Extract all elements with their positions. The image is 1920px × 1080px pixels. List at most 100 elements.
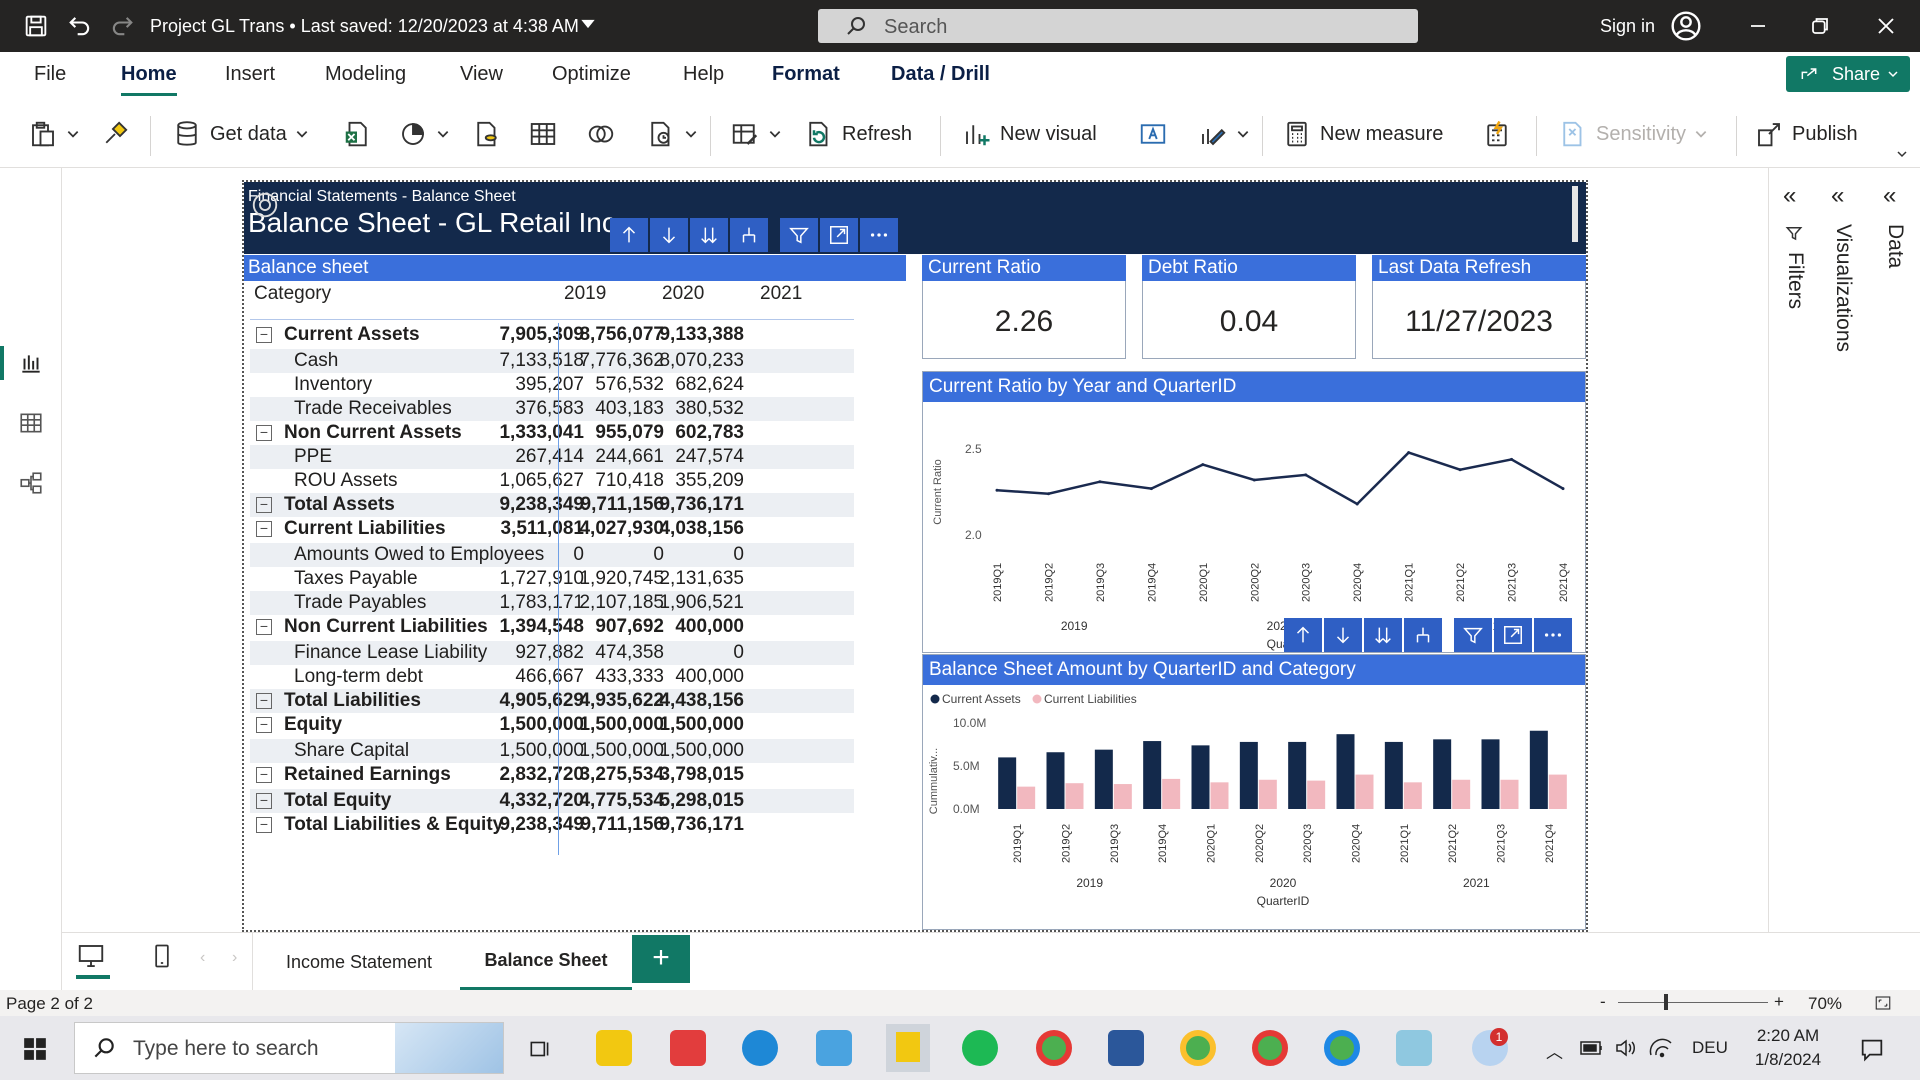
sign-in-link[interactable]: Sign in [1600,16,1655,37]
balance-sheet-bar-chart[interactable]: Balance Sheet Amount by QuarterID and Ca… [922,654,1586,930]
matrix-row[interactable]: − Current Assets 7,905,309 8,756,077 9,133,3… [250,323,854,347]
menu-help[interactable]: Help [683,63,724,86]
collapse-toggle-icon[interactable]: − [256,817,272,833]
sql-server-button[interactable] [472,116,502,152]
publish-button[interactable]: Publish [1754,116,1858,152]
tab-income-statement[interactable]: Income Statement [254,933,464,991]
format-painter-button[interactable] [100,116,130,152]
restore-icon[interactable] [1806,12,1834,40]
recent-sources-button[interactable] [646,116,698,152]
matrix-row[interactable]: − Total Equity 4,332,720 4,775,534 5,298,015 [250,789,854,813]
debt-ratio-card[interactable]: Debt Ratio 0.04 [1142,255,1356,359]
tray-chevron-icon[interactable]: ︿ [1546,1038,1563,1063]
more-options-button[interactable] [860,218,898,252]
drill-down-button[interactable] [1324,618,1362,652]
power-bi-icon[interactable] [886,1024,930,1072]
clock[interactable]: 2:20 AM 1/8/2024 [1752,1024,1824,1072]
save-icon[interactable] [22,12,50,40]
balance-sheet-matrix[interactable]: Balance sheet Category 2019 2020 2021 − C… [244,255,906,930]
matrix-row[interactable]: Finance Lease Liability 927,882 474,358 0 [250,641,854,665]
user-avatar-icon[interactable] [1670,10,1702,42]
prev-page-icon[interactable]: ‹ [200,949,205,967]
new-measure-button[interactable]: New measure [1282,116,1443,152]
spotify-icon[interactable] [962,1030,998,1066]
next-level-button[interactable] [1364,618,1402,652]
expand-level-button[interactable] [730,218,768,252]
collapse-toggle-icon[interactable]: − [256,327,272,343]
collapse-toggle-icon[interactable]: − [256,693,272,709]
notifications-icon[interactable] [1858,1036,1886,1064]
filters-pane[interactable]: « Filters [1771,168,1817,932]
report-view-button[interactable] [0,338,62,388]
minimize-icon[interactable] [1744,12,1772,40]
paste-button[interactable] [28,116,80,152]
gift-app-icon[interactable] [670,1030,706,1066]
dataverse-button[interactable] [586,116,616,152]
next-level-button[interactable] [690,218,728,252]
matrix-row[interactable]: Long-term debt 466,667 433,333 400,000 [250,665,854,689]
collapse-ribbon-icon[interactable] [1894,148,1910,160]
notepad-app-icon[interactable] [1396,1030,1432,1066]
header-scrollbar[interactable] [1572,186,1578,242]
matrix-row[interactable]: Amounts Owed to Employees 0 0 0 [250,543,854,567]
data-pane[interactable]: « Data [1871,168,1917,932]
excel-button[interactable] [342,116,372,152]
collapse-toggle-icon[interactable]: − [256,767,272,783]
get-data-button[interactable]: Get data [172,116,309,152]
matrix-row[interactable]: − Non Current Assets 1,333,041 955,079 602,7… [250,421,854,445]
matrix-row[interactable]: − Total Assets 9,238,349 9,711,156 9,736,171 [250,493,854,517]
chevron-down-icon[interactable] [578,14,598,34]
menu-insert[interactable]: Insert [225,63,275,86]
expand-level-button[interactable] [1404,618,1442,652]
column-header-2019[interactable]: 2019 [564,283,606,305]
menu-optimize[interactable]: Optimize [552,63,631,86]
zoom-slider-thumb[interactable] [1664,994,1668,1010]
expand-chevron-icon[interactable]: « [1883,182,1896,210]
next-page-icon[interactable]: › [232,949,237,967]
chrome-profile-3-icon[interactable] [1252,1030,1288,1066]
collapse-toggle-icon[interactable]: − [256,619,272,635]
matrix-row[interactable]: Share Capital 1,500,000 1,500,000 1,500,000 [250,739,854,763]
menu-file[interactable]: File [34,63,66,86]
matrix-row[interactable]: Inventory 395,207 576,532 682,624 [250,373,854,397]
data-hub-button[interactable] [398,116,450,152]
matrix-row[interactable]: − Current Liabilities 3,511,081 4,027,930 4,… [250,517,854,541]
battery-icon[interactable] [1580,1040,1604,1056]
visual-focus-icon[interactable] [250,190,280,220]
matrix-row[interactable]: Taxes Payable 1,727,910 1,920,745 2,131,635 [250,567,854,591]
focus-mode-button[interactable] [820,218,858,252]
matrix-row[interactable]: Cash 7,133,518 7,776,362 8,070,233 [250,349,854,373]
chrome-profile-2-icon[interactable] [1180,1030,1216,1066]
close-icon[interactable] [1872,12,1900,40]
refresh-button[interactable]: Refresh [804,116,912,152]
chrome-profile-1-icon[interactable] [1036,1030,1072,1066]
expand-chevron-icon[interactable]: « [1783,182,1796,210]
menu-home[interactable]: Home [121,63,177,96]
collapse-toggle-icon[interactable]: − [256,497,272,513]
azure-app-icon[interactable] [816,1030,852,1066]
filter-button[interactable] [780,218,818,252]
menu-view[interactable]: View [460,63,503,86]
matrix-row[interactable]: − Total Liabilities & Equity 9,238,349 9,71… [250,813,854,837]
sensitivity-button[interactable]: Sensitivity [1558,116,1708,152]
task-view-icon[interactable] [526,1036,554,1062]
column-header-category[interactable]: Category [254,283,331,305]
collapse-toggle-icon[interactable]: − [256,521,272,537]
search-box[interactable]: Search [818,9,1418,43]
redo-icon[interactable] [108,12,136,40]
wifi-icon[interactable] [1648,1038,1674,1058]
visualizations-pane[interactable]: « Visualizations [1819,168,1865,932]
zoom-in-button[interactable]: + [1774,992,1784,1012]
edge-browser-icon[interactable] [742,1030,778,1066]
collapse-toggle-icon[interactable]: − [256,425,272,441]
drill-up-button[interactable] [610,218,648,252]
volume-icon[interactable] [1614,1038,1638,1058]
current-ratio-card[interactable]: Current Ratio 2.26 [922,255,1126,359]
column-header-2021[interactable]: 2021 [760,283,802,305]
column-header-2020[interactable]: 2020 [662,283,704,305]
drill-down-button[interactable] [650,218,688,252]
model-view-button[interactable] [0,458,62,508]
text-box-button[interactable] [1138,116,1168,152]
new-visual-button[interactable]: New visual [962,116,1097,152]
quick-measure-button[interactable] [1482,116,1512,152]
